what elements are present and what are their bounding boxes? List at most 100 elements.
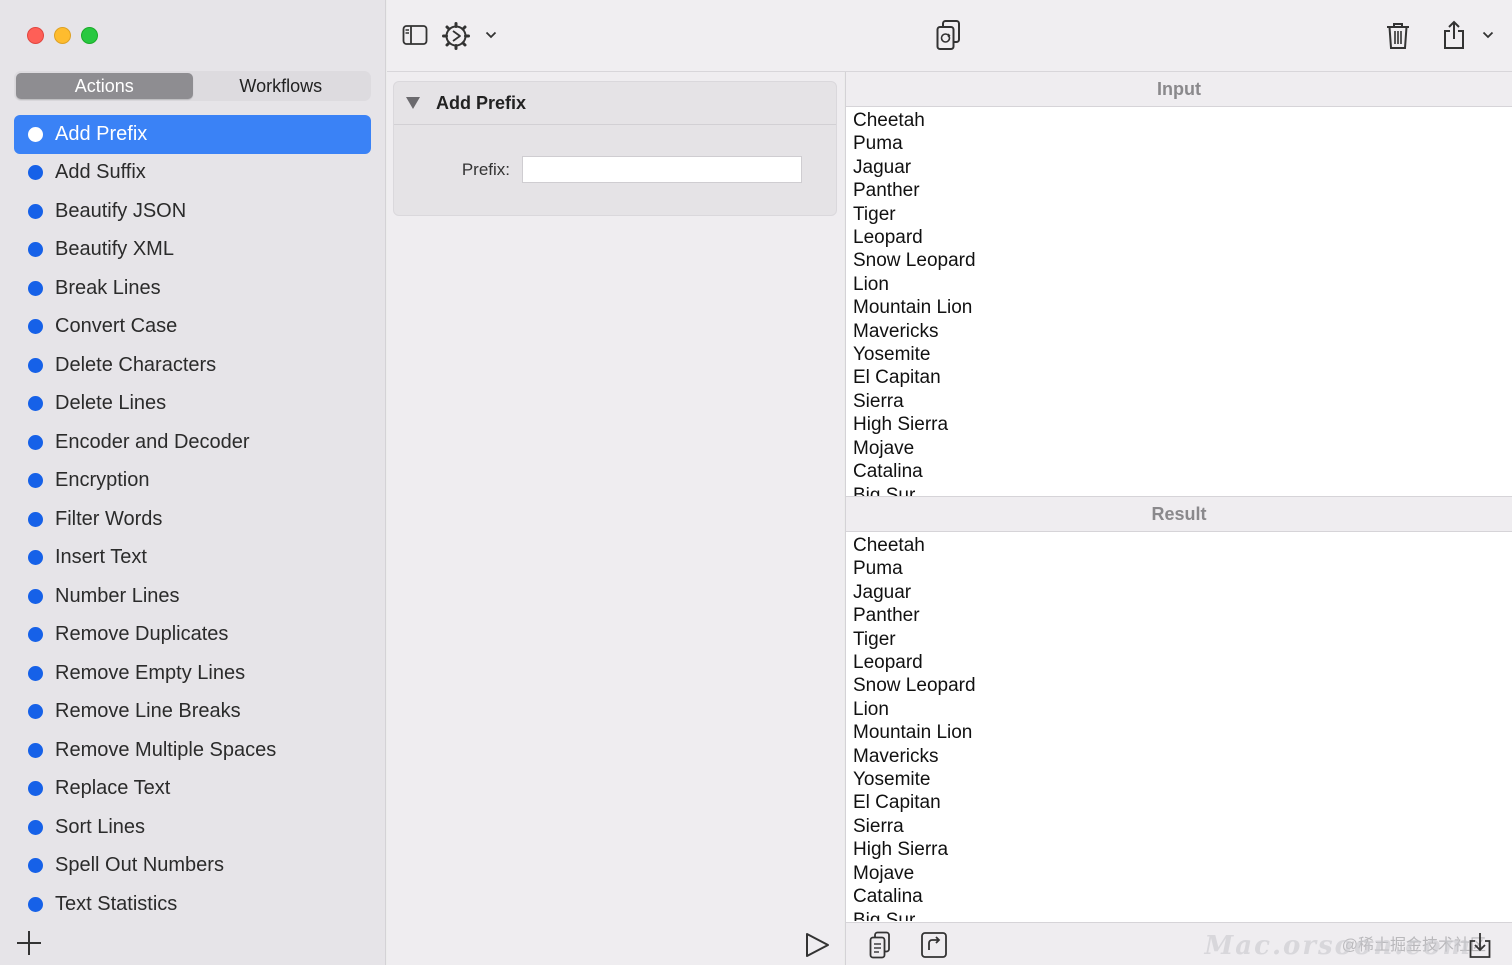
chevron-down-icon[interactable]	[485, 31, 497, 39]
tab-workflows[interactable]: Workflows	[193, 73, 370, 99]
run-play-icon[interactable]	[803, 931, 831, 959]
result-line: Mavericks	[853, 745, 939, 767]
minimize-window-button[interactable]	[54, 27, 71, 44]
action-card-title: Add Prefix	[436, 92, 527, 113]
action-item-remove-empty-lines[interactable]: Remove Empty Lines	[14, 654, 371, 693]
disclosure-triangle-icon[interactable]	[406, 97, 420, 109]
action-item-insert-text[interactable]: Insert Text	[14, 539, 371, 578]
action-item-label: Delete Characters	[55, 353, 217, 376]
gear-icon[interactable]	[442, 22, 470, 50]
action-item-label: Filter Words	[55, 507, 163, 530]
action-item-number-lines[interactable]: Number Lines	[14, 577, 371, 616]
action-item-encoder-decoder[interactable]: Encoder and Decoder	[14, 423, 371, 462]
input-line: Cheetah	[853, 110, 925, 131]
action-item-label: Number Lines	[55, 584, 180, 607]
input-line: Mountain Lion	[853, 297, 973, 319]
prefix-input[interactable]	[522, 156, 802, 183]
result-line: Sierra	[853, 815, 904, 837]
bullet-dot-icon	[28, 665, 43, 681]
bullet-dot-icon	[28, 781, 43, 797]
action-item-convert-case[interactable]: Convert Case	[14, 308, 371, 347]
action-card-header[interactable]: Add Prefix	[394, 82, 836, 125]
action-item-label: Spell Out Numbers	[55, 854, 224, 877]
action-item-remove-multiple-spaces[interactable]: Remove Multiple Spaces	[14, 731, 371, 770]
action-item-encryption[interactable]: Encryption	[14, 462, 371, 501]
prefix-field-row: Prefix:	[394, 156, 836, 183]
action-item-add-suffix[interactable]: Add Suffix	[14, 154, 371, 193]
action-config-panel: Add Prefix Prefix:	[387, 72, 844, 965]
result-line: Cheetah	[853, 535, 925, 556]
result-line: Big Sur	[853, 909, 916, 922]
result-line: Jaguar	[853, 581, 912, 603]
result-text-area[interactable]: Cheetah Puma Jaguar Panther Tiger Leopar…	[846, 532, 1512, 921]
action-item-replace-text[interactable]: Replace Text	[14, 770, 371, 809]
action-item-beautify-xml[interactable]: Beautify XML	[14, 231, 371, 270]
input-line: Sierra	[853, 390, 904, 412]
result-pane: Result Cheetah Puma Jaguar Panther Tiger…	[846, 497, 1512, 921]
input-line: Puma	[853, 133, 903, 155]
action-item-label: Beautify JSON	[55, 199, 187, 222]
action-item-spell-out-numbers[interactable]: Spell Out Numbers	[14, 847, 371, 886]
action-item-label: Beautify XML	[55, 238, 174, 261]
close-window-button[interactable]	[27, 27, 44, 44]
action-item-sort-lines[interactable]: Sort Lines	[14, 808, 371, 847]
sidebar-toggle-icon[interactable]	[402, 24, 428, 46]
input-text-area[interactable]: Cheetah Puma Jaguar Panther Tiger Leopar…	[846, 107, 1512, 496]
bullet-dot-icon	[28, 627, 43, 643]
action-item-remove-duplicates[interactable]: Remove Duplicates	[14, 616, 371, 655]
save-download-icon[interactable]	[1468, 931, 1492, 959]
input-line: El Capitan	[853, 367, 941, 389]
result-line: Snow Leopard	[853, 675, 976, 697]
action-item-label: Insert Text	[55, 546, 147, 569]
sidebar-tab-switcher: Actions Workflows	[14, 71, 371, 101]
bullet-dot-icon	[28, 357, 43, 373]
action-item-add-prefix[interactable]: Add Prefix	[14, 115, 371, 154]
input-line: Mavericks	[853, 320, 939, 342]
action-item-filter-words[interactable]: Filter Words	[14, 500, 371, 539]
sidebar: Actions Workflows Add Prefix Add Suffix …	[0, 0, 386, 965]
bullet-dot-icon	[28, 742, 43, 758]
input-line: Tiger	[853, 203, 896, 225]
action-item-delete-lines[interactable]: Delete Lines	[14, 385, 371, 424]
result-line: El Capitan	[853, 792, 941, 814]
tab-actions[interactable]: Actions	[16, 73, 193, 99]
action-item-break-lines[interactable]: Break Lines	[14, 269, 371, 308]
bullet-dot-icon	[28, 396, 43, 412]
input-line: Big Sur	[853, 484, 916, 497]
bullet-dot-icon	[28, 319, 43, 335]
bullet-dot-icon	[28, 704, 43, 720]
action-item-label: Add Suffix	[55, 161, 146, 184]
action-item-delete-characters[interactable]: Delete Characters	[14, 346, 371, 385]
maximize-window-button[interactable]	[81, 27, 98, 44]
result-line: Yosemite	[853, 769, 931, 791]
action-item-text-statistics[interactable]: Text Statistics	[14, 885, 371, 924]
result-header: Result	[846, 497, 1512, 532]
bullet-dot-icon	[28, 588, 43, 604]
copy-icon[interactable]	[868, 931, 892, 959]
action-item-remove-line-breaks[interactable]: Remove Line Breaks	[14, 693, 371, 732]
bullet-dot-icon	[28, 550, 43, 566]
input-line: Jaguar	[853, 156, 912, 178]
action-item-label: Remove Duplicates	[55, 623, 229, 646]
input-line: Yosemite	[853, 344, 931, 366]
result-line: Tiger	[853, 628, 896, 650]
input-line: Lion	[853, 273, 889, 295]
result-line: High Sierra	[853, 839, 949, 861]
replace-input-icon[interactable]	[920, 931, 948, 959]
share-icon[interactable]	[1442, 19, 1466, 51]
bullet-dot-icon	[28, 203, 43, 219]
input-line: High Sierra	[853, 414, 949, 436]
result-line: Panther	[853, 605, 920, 627]
action-item-label: Sort Lines	[55, 815, 146, 838]
action-item-label: Remove Line Breaks	[55, 700, 241, 723]
bullet-dot-icon	[28, 165, 43, 181]
chevron-down-icon[interactable]	[1482, 31, 1494, 39]
copy-swap-icon[interactable]	[935, 19, 963, 51]
add-workflow-button[interactable]	[16, 930, 42, 956]
action-item-label: Encoder and Decoder	[55, 430, 250, 453]
watermark-orsoon: Mac.orsoon.com	[1204, 931, 1472, 961]
action-item-label: Add Prefix	[55, 122, 148, 145]
trash-icon[interactable]	[1385, 21, 1411, 51]
action-item-label: Text Statistics	[55, 892, 178, 915]
action-item-beautify-json[interactable]: Beautify JSON	[14, 192, 371, 231]
